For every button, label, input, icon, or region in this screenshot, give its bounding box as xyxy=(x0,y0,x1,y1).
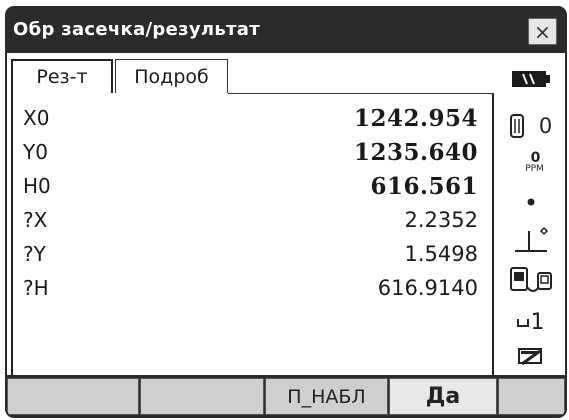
result-label: Y0 xyxy=(23,140,48,164)
input-mode-icon xyxy=(496,343,565,371)
result-value: 1.5498 xyxy=(404,242,478,266)
result-value: 2.2352 xyxy=(404,208,478,232)
tilt-compensation-icon xyxy=(496,223,565,257)
ppm-value: 0 xyxy=(530,149,541,166)
prism-icon xyxy=(509,114,524,138)
close-icon: × xyxy=(534,19,551,44)
result-row-h0: H0 616.561 xyxy=(23,170,478,202)
face-indicator: 1 xyxy=(496,305,565,339)
battery-icon xyxy=(496,67,565,91)
prism-constant-value: 0 xyxy=(538,114,553,138)
result-row-dh: ?H 616.9140 xyxy=(23,272,478,304)
prism-constant-indicator: 0 xyxy=(496,111,565,141)
result-row-dx: ?X 2.2352 xyxy=(23,204,478,236)
result-label: ?H xyxy=(23,276,49,300)
result-value: 616.9140 xyxy=(377,276,478,300)
ppm-indicator: 0 PPM xyxy=(496,145,565,179)
close-button[interactable]: × xyxy=(528,18,557,45)
tab-result[interactable]: Рез-т xyxy=(11,59,113,93)
face-icon xyxy=(516,319,529,327)
window-title: Обр засечка/результат xyxy=(13,19,260,40)
softkey-label: П_НАБЛ xyxy=(287,385,366,408)
tab-details[interactable]: Подроб xyxy=(115,59,228,93)
softkey-observe-button[interactable]: П_НАБЛ xyxy=(265,378,388,415)
result-label: ?X xyxy=(23,208,48,232)
result-row-y0: Y0 1235.640 xyxy=(23,136,478,168)
results-panel: X0 1242.954 Y0 1235.640 H0 616.561 ?X 2.… xyxy=(11,93,494,375)
result-value: 616.561 xyxy=(370,172,478,200)
main-content: Рез-т Подроб X0 1242.954 Y0 1235.640 H0 … xyxy=(7,53,565,375)
target-dot-icon xyxy=(496,193,565,211)
face-value: 1 xyxy=(530,309,545,335)
softkey-yes-button[interactable]: Да xyxy=(389,378,497,415)
softkey-1[interactable] xyxy=(7,378,139,415)
softkey-5[interactable] xyxy=(498,378,565,415)
result-label: X0 xyxy=(23,106,50,130)
result-label: H0 xyxy=(23,174,51,198)
title-bar: Обр засечка/результат × xyxy=(7,8,565,53)
app-window: Обр засечка/результат × Рез-т Подроб X0 … xyxy=(5,6,567,418)
softkey-bar: П_НАБЛ Да xyxy=(7,375,565,416)
softkey-2[interactable] xyxy=(140,378,264,415)
softkey-label: Да xyxy=(425,384,461,409)
result-row-dy: ?Y 1.5498 xyxy=(23,238,478,270)
status-bar: 0 0 PPM 1 xyxy=(496,53,565,375)
tab-details-label: Подроб xyxy=(134,65,209,88)
instrument-icon xyxy=(496,263,565,299)
result-value: 1235.640 xyxy=(353,138,478,166)
result-value: 1242.954 xyxy=(353,104,478,132)
ppm-unit: PPM xyxy=(525,163,544,174)
result-label: ?Y xyxy=(23,242,46,266)
tab-result-label: Рез-т xyxy=(36,66,88,88)
result-row-x0: X0 1242.954 xyxy=(23,102,478,134)
